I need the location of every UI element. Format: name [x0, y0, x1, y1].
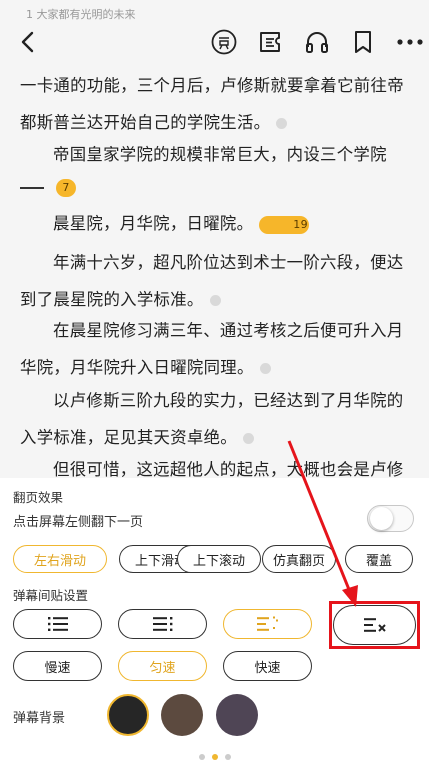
annotation-highlight-box [329, 601, 420, 649]
annotation-arrow [287, 440, 358, 607]
